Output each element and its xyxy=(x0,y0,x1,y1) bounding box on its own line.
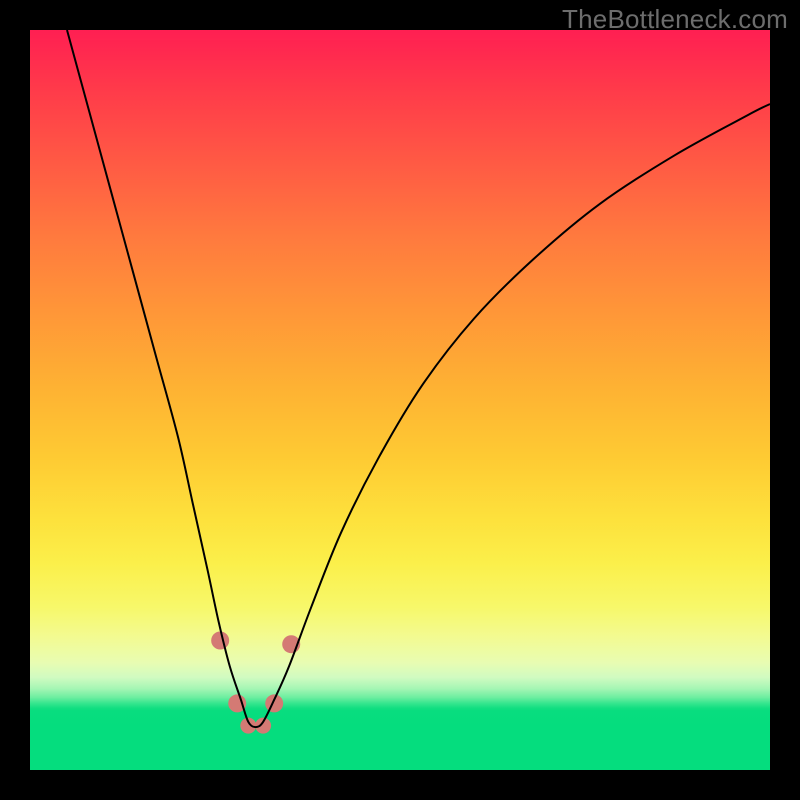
svg-layer xyxy=(30,30,770,770)
watermark-text: TheBottleneck.com xyxy=(562,4,788,35)
right-lower-dot xyxy=(265,694,283,712)
chart-frame: TheBottleneck.com xyxy=(0,0,800,800)
bottleneck-curve xyxy=(67,30,770,727)
plot-area xyxy=(30,30,770,770)
left-upper-dot xyxy=(211,632,229,650)
trough-right xyxy=(255,718,271,734)
